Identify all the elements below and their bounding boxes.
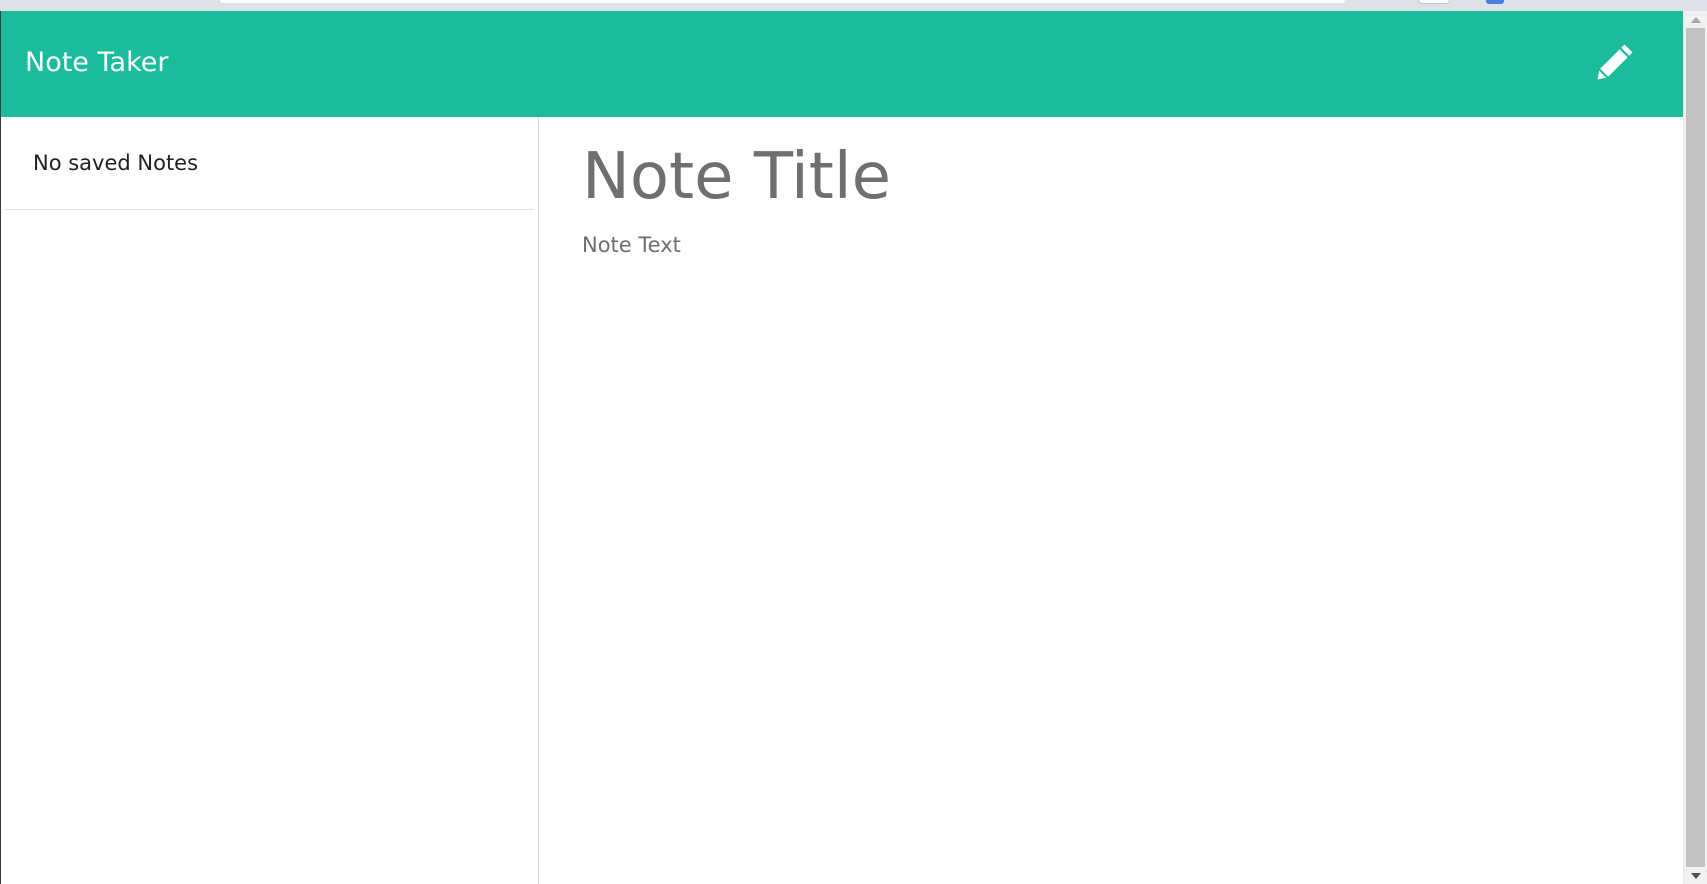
note-text-input[interactable] — [579, 233, 1642, 853]
note-list: No saved Notes — [5, 117, 534, 210]
caret-up-icon — [1690, 16, 1701, 23]
saved-notes-sidebar: No saved Notes — [1, 117, 539, 884]
scrollbar-thumb[interactable] — [1686, 28, 1705, 867]
brand-title[interactable]: Note Taker — [25, 47, 168, 78]
extension-icon-edge[interactable] — [1486, 0, 1504, 4]
caret-down-icon — [1690, 872, 1701, 879]
browser-chrome-edge — [0, 0, 1707, 11]
scroll-up-button[interactable] — [1684, 11, 1707, 28]
new-note-button[interactable] — [1593, 38, 1639, 84]
address-bar-edge[interactable] — [220, 0, 1345, 3]
note-editor — [539, 117, 1683, 884]
profile-button-edge[interactable] — [1418, 0, 1450, 4]
page-scrollbar[interactable] — [1683, 11, 1707, 884]
browser-viewport: Note Taker No saved Notes — [0, 0, 1707, 884]
empty-notes-message: No saved Notes — [33, 151, 199, 175]
navbar: Note Taker — [1, 11, 1683, 117]
note-title-input[interactable] — [579, 129, 1642, 225]
pencil-icon — [1597, 44, 1633, 80]
scroll-down-button[interactable] — [1684, 867, 1707, 884]
